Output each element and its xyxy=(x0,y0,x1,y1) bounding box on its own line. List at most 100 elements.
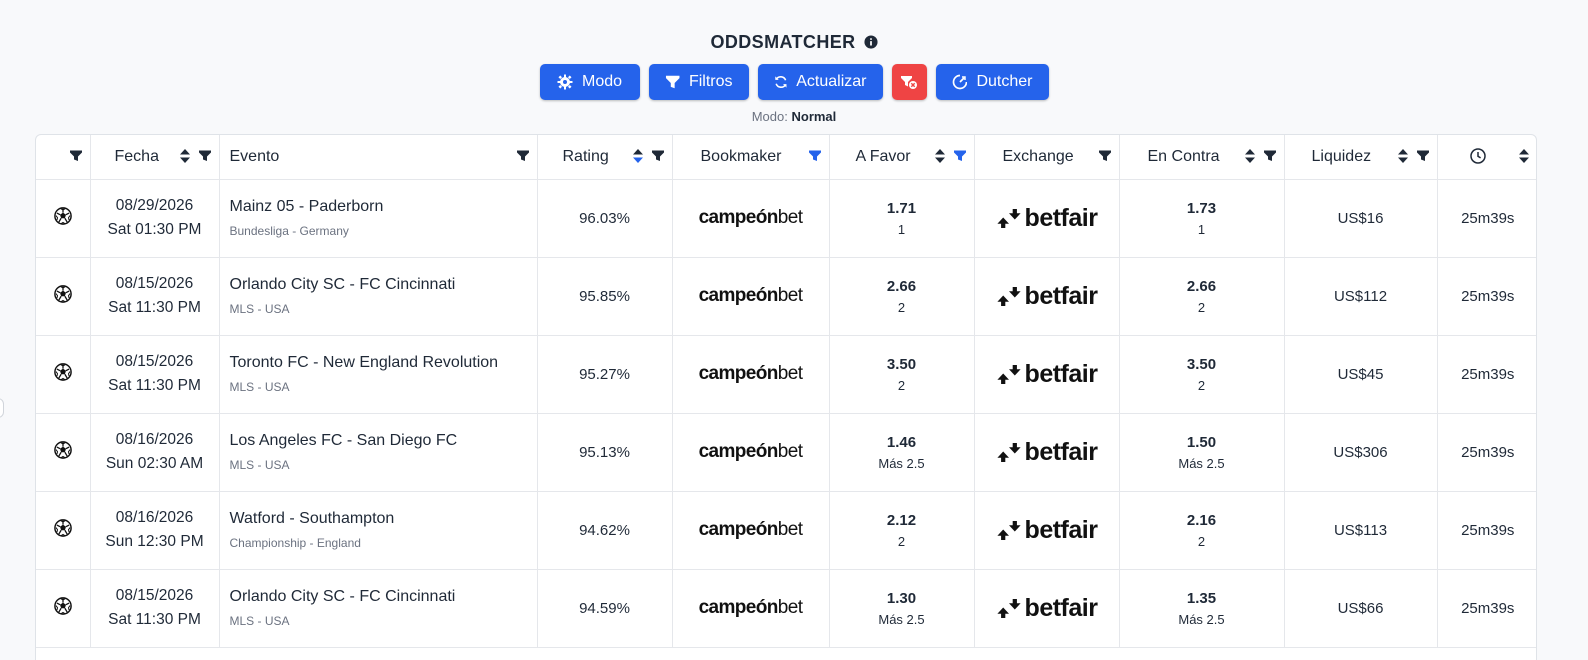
event-cell[interactable]: Los Angeles FC - San Diego FC MLS - USA xyxy=(219,413,538,492)
exchange-logo[interactable]: betfair xyxy=(975,594,1119,623)
filtros-button[interactable]: Filtros xyxy=(648,64,749,100)
en-contra-cell[interactable]: 1.50 Más 2.5 xyxy=(1119,413,1285,492)
a-favor-cell[interactable]: 2.12 2 xyxy=(829,491,975,570)
event-cell[interactable]: Watford - Southampton Championship - Eng… xyxy=(219,491,538,570)
a-favor-cell[interactable]: 1.71 1 xyxy=(829,179,975,258)
event-cell[interactable]: Orlando City SC - FC Cincinnati MLS - US… xyxy=(219,257,538,336)
exchange-cell[interactable]: betfair xyxy=(974,413,1120,492)
event-cell[interactable]: Mainz 05 - Paderborn Bundesliga - German… xyxy=(219,179,538,258)
sort-icon[interactable] xyxy=(1244,149,1256,163)
en-contra-cell[interactable]: 2.66 2 xyxy=(1119,257,1285,336)
event-cell[interactable]: Orlando City SC - FC Cincinnati MLS - US… xyxy=(219,569,538,648)
clear-filters-button[interactable] xyxy=(891,64,927,100)
header-evento[interactable]: Evento xyxy=(219,135,538,180)
header-exchange[interactable]: Exchange xyxy=(974,135,1120,180)
time-left-cell: 25m39s xyxy=(1437,413,1536,492)
bookmaker-cell[interactable]: campeónbet xyxy=(672,257,830,336)
en-contra-cell[interactable]: 1.35 Más 2.5 xyxy=(1119,569,1285,648)
exchange-cell[interactable]: betfair xyxy=(974,569,1120,648)
header-bookmaker[interactable]: Bookmaker xyxy=(672,135,830,180)
event-time: Sun 12:30 PM xyxy=(105,533,204,550)
event-league: MLS - USA xyxy=(229,458,290,472)
actualizar-button[interactable]: Actualizar xyxy=(757,64,883,100)
event-cell[interactable]: Toronto FC - New England Revolution MLS … xyxy=(219,335,538,414)
bookmaker-cell[interactable]: campeónbet xyxy=(672,335,830,414)
header-fecha[interactable]: Fecha xyxy=(90,135,220,180)
bookmaker-cell[interactable]: campeónbet xyxy=(672,413,830,492)
exchange-logo[interactable]: betfair xyxy=(975,516,1119,545)
side-panel-handle[interactable] xyxy=(0,398,4,418)
en-contra-cell[interactable]: 1.73 1 xyxy=(1119,179,1285,258)
exchange-logo[interactable]: betfair xyxy=(975,360,1119,389)
header-time-left[interactable] xyxy=(1437,135,1536,180)
table-row[interactable]: 08/29/2026 Sat 01:30 PM Mainz 05 - Pader… xyxy=(36,179,1536,258)
filter-active-icon[interactable] xyxy=(808,149,821,163)
filter-icon[interactable] xyxy=(1416,149,1429,163)
event-name[interactable]: Orlando City SC - FC Cincinnati xyxy=(230,276,537,294)
bookmaker-cell[interactable]: campeónbet xyxy=(672,179,830,258)
exchange-cell[interactable]: betfair xyxy=(974,257,1120,336)
event-time: Sat 11:30 PM xyxy=(108,377,201,394)
bookmaker-logo[interactable]: campeónbet xyxy=(699,519,803,540)
table-row[interactable]: 08/15/2026 Sat 11:30 PM Orlando City SC … xyxy=(36,569,1536,648)
bookmaker-logo[interactable]: campeónbet xyxy=(699,441,803,462)
betfair-arrows-icon xyxy=(996,598,1021,618)
betfair-arrows-icon xyxy=(996,286,1021,306)
a-favor-cell[interactable]: 3.50 2 xyxy=(829,335,975,414)
exchange-cell[interactable]: betfair xyxy=(974,335,1120,414)
exchange-logo[interactable]: betfair xyxy=(975,282,1119,311)
filter-icon[interactable] xyxy=(516,149,529,163)
bookmaker-logo-part-b: bet xyxy=(777,285,803,306)
table-row[interactable]: 08/15/2026 Sat 11:30 PM Toronto FC - New… xyxy=(36,335,1536,414)
header-en-contra-label: En Contra xyxy=(1147,148,1220,165)
table-row[interactable]: 08/16/2026 Sun 12:30 PM Watford - Southa… xyxy=(36,491,1536,570)
bookmaker-cell[interactable]: campeónbet xyxy=(672,491,830,570)
info-icon[interactable] xyxy=(863,35,878,49)
exchange-cell[interactable]: betfair xyxy=(974,491,1120,570)
en-contra-cell[interactable]: 2.16 2 xyxy=(1119,491,1285,570)
exchange-logo[interactable]: betfair xyxy=(975,438,1119,467)
exchange-cell[interactable]: betfair xyxy=(974,179,1120,258)
event-name[interactable]: Mainz 05 - Paderborn xyxy=(230,198,537,216)
a-favor-cell[interactable]: 2.66 2 xyxy=(829,257,975,336)
header-liquidez[interactable]: Liquidez xyxy=(1284,135,1438,180)
header-bookmaker-label: Bookmaker xyxy=(700,148,782,165)
filter-icon[interactable] xyxy=(1098,149,1111,163)
sort-icon[interactable] xyxy=(179,149,191,163)
event-name[interactable]: Los Angeles FC - San Diego FC xyxy=(230,432,537,450)
table-row[interactable]: 08/16/2026 Sun 02:30 AM Los Angeles FC -… xyxy=(36,413,1536,492)
bookmaker-logo[interactable]: campeónbet xyxy=(699,207,803,228)
bookmaker-logo[interactable]: campeónbet xyxy=(699,597,803,618)
sort-icon[interactable] xyxy=(1397,149,1409,163)
event-name[interactable]: Toronto FC - New England Revolution xyxy=(230,354,537,372)
a-favor-cell[interactable]: 1.46 Más 2.5 xyxy=(829,413,975,492)
header-liquidez-label: Liquidez xyxy=(1311,148,1372,165)
date-cell: 08/16/2026 Sun 02:30 AM xyxy=(90,413,220,492)
exchange-logo[interactable]: betfair xyxy=(975,204,1119,233)
filter-icon[interactable] xyxy=(198,149,211,163)
liquidez-value: US$16 xyxy=(1337,209,1384,227)
sort-desc-icon[interactable] xyxy=(632,149,644,163)
header-en-contra[interactable]: En Contra xyxy=(1119,135,1285,180)
filter-icon[interactable] xyxy=(1263,149,1276,163)
event-name[interactable]: Orlando City SC - FC Cincinnati xyxy=(230,588,537,606)
filter-active-icon[interactable] xyxy=(953,149,966,163)
bookmaker-logo[interactable]: campeónbet xyxy=(699,285,803,306)
event-name[interactable]: Watford - Southampton xyxy=(230,510,537,528)
a-favor-odds: 1.71 xyxy=(886,199,917,217)
filter-icon[interactable] xyxy=(69,149,82,163)
header-rating[interactable]: Rating xyxy=(537,135,673,180)
sort-icon[interactable] xyxy=(934,149,946,163)
table-row[interactable]: 08/15/2026 Sat 11:30 PM Orlando City SC … xyxy=(36,257,1536,336)
modo-button[interactable]: Modo xyxy=(539,64,640,100)
en-contra-cell[interactable]: 3.50 2 xyxy=(1119,335,1285,414)
a-favor-cell[interactable]: 1.30 Más 2.5 xyxy=(829,569,975,648)
sort-icon[interactable] xyxy=(1518,149,1530,163)
bookmaker-logo[interactable]: campeónbet xyxy=(699,363,803,384)
bookmaker-cell[interactable]: campeónbet xyxy=(672,569,830,648)
filter-icon[interactable] xyxy=(651,149,664,163)
header-a-favor[interactable]: A Favor xyxy=(829,135,975,180)
date-cell: 08/29/2026 Sat 01:30 PM xyxy=(90,179,220,258)
dutcher-button[interactable]: Dutcher xyxy=(935,64,1049,100)
bookmaker-logo-part-b: bet xyxy=(777,441,803,462)
